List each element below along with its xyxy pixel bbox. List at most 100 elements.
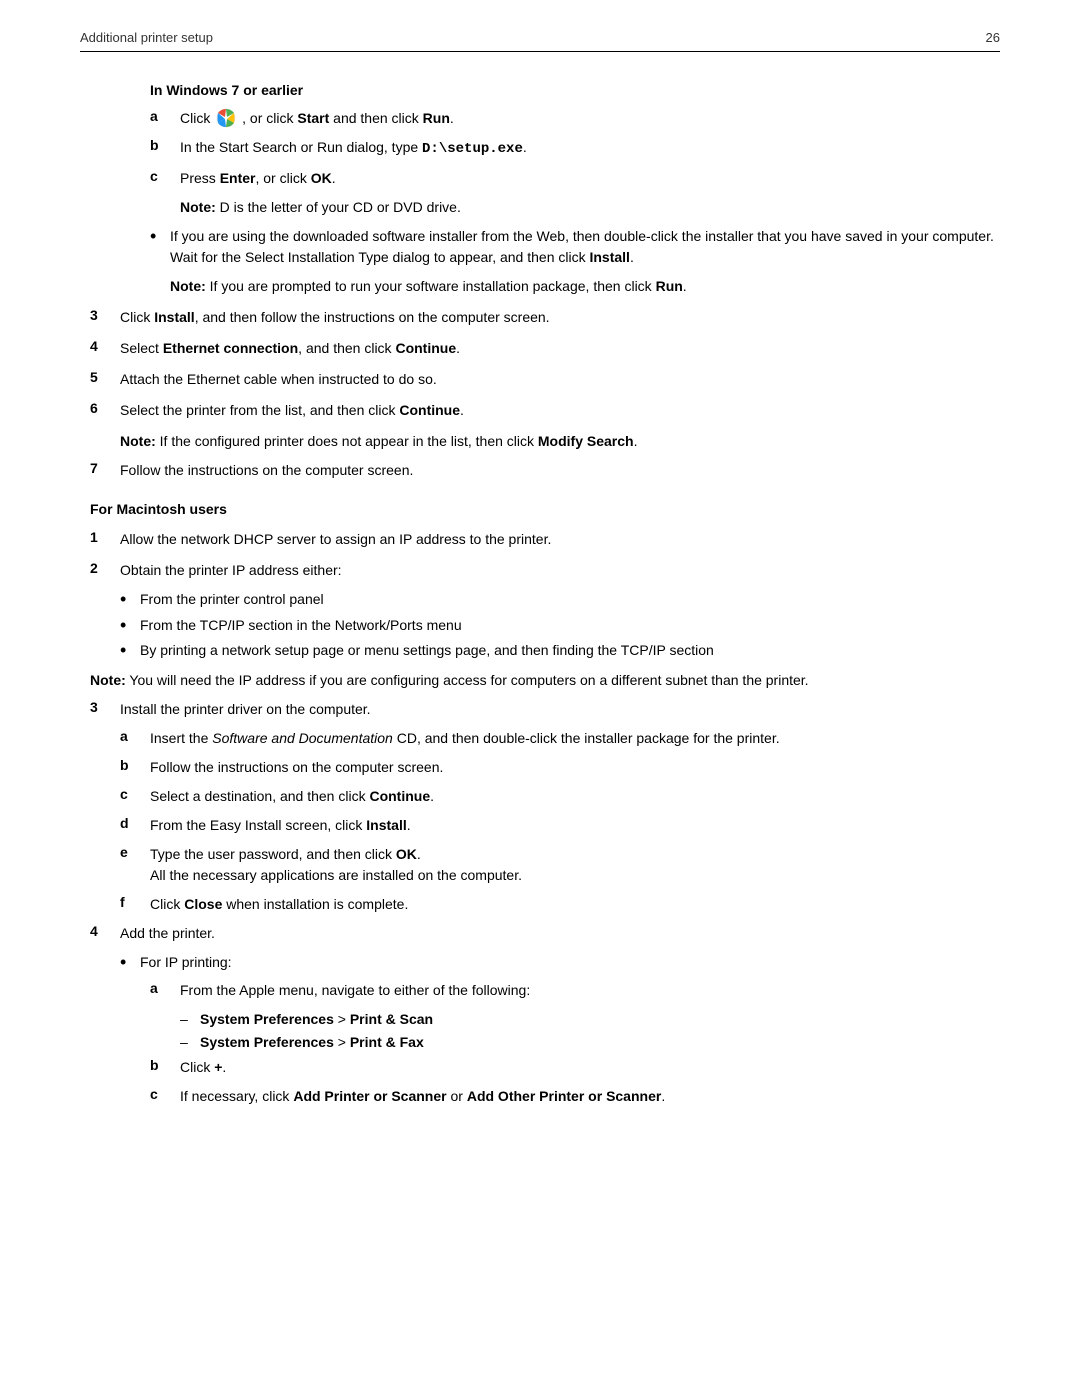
main-steps: 3 Click Install, and then follow the ins… bbox=[90, 307, 1000, 481]
add-printer-bullets: • For IP printing: a From the Apple menu… bbox=[120, 952, 1000, 1107]
ip-bullets: • From the printer control panel • From … bbox=[120, 589, 1000, 662]
command-text: D:\setup.exe bbox=[422, 141, 523, 157]
ip-step-c-label: c bbox=[150, 1086, 180, 1102]
note-modify-search: Note: If the configured printer does not… bbox=[120, 431, 1000, 452]
install-bold4: Install bbox=[366, 817, 406, 833]
step-4-text: Select Ethernet connection, and then cli… bbox=[120, 338, 1000, 359]
main-step-4: 4 Select Ethernet connection, and then c… bbox=[90, 338, 1000, 359]
step-c-label: c bbox=[150, 168, 180, 184]
continue-bold: Continue bbox=[395, 340, 456, 356]
mac-step-3-num: 3 bbox=[90, 699, 120, 715]
mac-step-3f-label: f bbox=[120, 894, 150, 910]
step-b-label: b bbox=[150, 137, 180, 153]
mac-step-3c: c Select a destination, and then click C… bbox=[120, 786, 1000, 807]
main-step-3: 3 Click Install, and then follow the ins… bbox=[90, 307, 1000, 328]
note-subnet: Note: You will need the IP address if yo… bbox=[90, 670, 1000, 691]
mac-step-3d-label: d bbox=[120, 815, 150, 831]
mac-step-1-text: Allow the network DHCP server to assign … bbox=[120, 529, 1000, 550]
note-run: Note: If you are prompted to run your so… bbox=[170, 276, 1000, 297]
enter-bold: Enter bbox=[220, 170, 256, 186]
ip-step-a: a From the Apple menu, navigate to eithe… bbox=[150, 980, 1000, 1001]
step-b: b In the Start Search or Run dialog, typ… bbox=[150, 137, 1000, 160]
main-step-5: 5 Attach the Ethernet cable when instruc… bbox=[90, 369, 1000, 390]
continue-bold2: Continue bbox=[399, 402, 460, 418]
bullet-dot5: • bbox=[120, 952, 140, 974]
step-4-num: 4 bbox=[90, 338, 120, 354]
step-6-text: Select the printer from the list, and th… bbox=[120, 400, 1000, 421]
modify-search-bold: Modify Search bbox=[538, 433, 634, 449]
main-step-6: 6 Select the printer from the list, and … bbox=[90, 400, 1000, 421]
dash2-text: System Preferences > Print & Fax bbox=[200, 1032, 424, 1053]
mac-step-3b-text: Follow the instructions on the computer … bbox=[150, 757, 1000, 778]
ip-step-a-text: From the Apple menu, navigate to either … bbox=[180, 980, 1000, 1001]
step-c-text: Press Enter, or click OK. bbox=[180, 168, 1000, 189]
mac-step-3-text: Install the printer driver on the comput… bbox=[120, 699, 1000, 720]
print-scan-bold: Print & Scan bbox=[350, 1011, 433, 1027]
mac-step-3e-text: Type the user password, and then click O… bbox=[150, 844, 1000, 886]
ip-step-c-text: If necessary, click Add Printer or Scann… bbox=[180, 1086, 1000, 1107]
run-bold: Run bbox=[423, 110, 450, 126]
start-bold: Start bbox=[297, 110, 329, 126]
dash2: – bbox=[180, 1032, 200, 1053]
mac-step-3c-text: Select a destination, and then click Con… bbox=[150, 786, 1000, 807]
ip-step-b-label: b bbox=[150, 1057, 180, 1073]
ip-step-b-text: Click +. bbox=[180, 1057, 1000, 1078]
step-a-text: Click , or click Start bbox=[180, 108, 1000, 129]
close-bold: Close bbox=[184, 896, 222, 912]
bullet-control-panel: • From the printer control panel bbox=[120, 589, 1000, 611]
ok-bold: OK bbox=[311, 170, 332, 186]
mac-heading: For Macintosh users bbox=[90, 501, 1000, 517]
mac-step-3e: e Type the user password, and then click… bbox=[120, 844, 1000, 886]
mac-step-4-num: 4 bbox=[90, 923, 120, 939]
bullet-ip-printing-text: For IP printing: bbox=[140, 952, 1000, 973]
mac-step-3: 3 Install the printer driver on the comp… bbox=[90, 699, 1000, 720]
page-number: 26 bbox=[986, 30, 1000, 45]
bullet-dot2: • bbox=[120, 589, 140, 611]
step-5-text: Attach the Ethernet cable when instructe… bbox=[120, 369, 1000, 390]
step-3-text: Click Install, and then follow the instr… bbox=[120, 307, 1000, 328]
bullet-dot4: • bbox=[120, 640, 140, 662]
page-header: Additional printer setup 26 bbox=[80, 30, 1000, 52]
ip-step-c: c If necessary, click Add Printer or Sca… bbox=[150, 1086, 1000, 1107]
step-b-text: In the Start Search or Run dialog, type … bbox=[180, 137, 1000, 160]
install-bold: Install bbox=[589, 249, 629, 265]
sys-pref-bold2: System Preferences bbox=[200, 1034, 334, 1050]
mac-step-1: 1 Allow the network DHCP server to assig… bbox=[90, 529, 1000, 550]
bullet-installer-text: If you are using the downloaded software… bbox=[170, 226, 1000, 268]
ip-step-a-label: a bbox=[150, 980, 180, 996]
windows-icon bbox=[216, 108, 236, 128]
dash-items: – System Preferences > Print & Scan – Sy… bbox=[180, 1009, 1000, 1053]
ip-step-b: b Click +. bbox=[150, 1057, 1000, 1078]
ip-printing-substeps: a From the Apple menu, navigate to eithe… bbox=[150, 980, 1000, 1107]
mac-step-3d-text: From the Easy Install screen, click Inst… bbox=[150, 815, 1000, 836]
page-header-title: Additional printer setup bbox=[80, 30, 213, 45]
mac-step-3-substeps: a Insert the Software and Documentation … bbox=[120, 728, 1000, 915]
bullet-dot: • bbox=[150, 226, 170, 248]
note-label3: Note: bbox=[90, 672, 126, 688]
windows7-section: In Windows 7 or earlier a Click bbox=[150, 82, 1000, 297]
bullet-printing: • By printing a network setup page or me… bbox=[120, 640, 1000, 662]
step-7-text: Follow the instructions on the computer … bbox=[120, 460, 1000, 481]
page: Additional printer setup 26 In Windows 7… bbox=[0, 0, 1080, 1397]
step-c: c Press Enter, or click OK. bbox=[150, 168, 1000, 189]
bullet-tcp-ip: • From the TCP/IP section in the Network… bbox=[120, 615, 1000, 637]
step-5-num: 5 bbox=[90, 369, 120, 385]
main-step-7: 7 Follow the instructions on the compute… bbox=[90, 460, 1000, 481]
note-dvd: Note: D is the letter of your CD or DVD … bbox=[180, 197, 1000, 218]
mac-step-4: 4 Add the printer. bbox=[90, 923, 1000, 944]
bullet-tcp-ip-text: From the TCP/IP section in the Network/P… bbox=[140, 615, 1000, 636]
mac-step-4-text: Add the printer. bbox=[120, 923, 1000, 944]
sys-pref-bold1: System Preferences bbox=[200, 1011, 334, 1027]
step-3-num: 3 bbox=[90, 307, 120, 323]
page-content: In Windows 7 or earlier a Click bbox=[80, 82, 1000, 1107]
mac-step-3b: b Follow the instructions on the compute… bbox=[120, 757, 1000, 778]
windows7-heading: In Windows 7 or earlier bbox=[150, 82, 1000, 98]
note-label2: Note: bbox=[120, 433, 156, 449]
mac-step-3d: d From the Easy Install screen, click In… bbox=[120, 815, 1000, 836]
bullet-control-panel-text: From the printer control panel bbox=[140, 589, 1000, 610]
mac-step-3c-label: c bbox=[120, 786, 150, 802]
mac-step-3e-label: e bbox=[120, 844, 150, 860]
ok-bold2: OK bbox=[396, 846, 417, 862]
step-6-num: 6 bbox=[90, 400, 120, 416]
mac-step-2: 2 Obtain the printer IP address either: bbox=[90, 560, 1000, 581]
